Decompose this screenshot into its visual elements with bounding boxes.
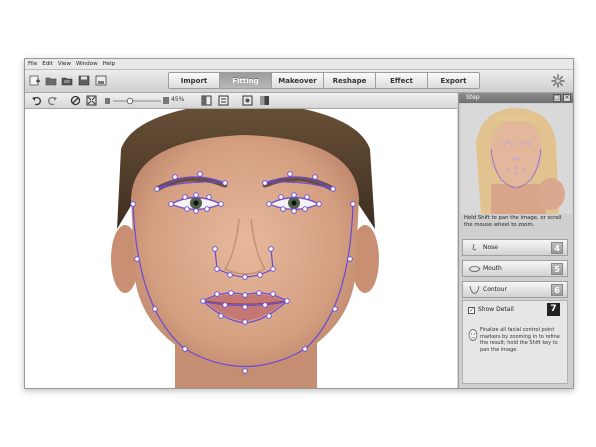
step-contour[interactable]: Contour 6 xyxy=(462,281,568,298)
step-label: Mouth xyxy=(483,265,502,272)
step-mouth[interactable]: Mouth 5 xyxy=(462,260,568,277)
zoom-slider[interactable] xyxy=(105,95,169,106)
menu-file[interactable]: File xyxy=(28,59,37,69)
open-folder-icon[interactable] xyxy=(45,75,57,86)
contour-icon xyxy=(469,286,480,294)
app-window: File Edit View Window Help Import Fittin… xyxy=(24,58,574,389)
panel-float-button[interactable]: □ xyxy=(553,94,561,102)
step-nose[interactable]: Nose 4 xyxy=(462,239,568,256)
current-step-badge: 7 xyxy=(547,303,560,316)
show-detail-checkbox[interactable]: ✓ xyxy=(468,307,475,314)
preview-thumbnail xyxy=(461,104,572,214)
tab-makeover[interactable]: Makeover xyxy=(272,72,324,89)
fit-screen-icon[interactable] xyxy=(86,95,97,106)
tab-import[interactable]: Import xyxy=(168,72,220,89)
step-number-badge: 6 xyxy=(551,284,563,296)
reset-icon[interactable] xyxy=(70,95,81,106)
step-number-badge: 5 xyxy=(551,263,563,275)
pan-zoom-hint: Hold Shift to pan the image, or scroll t… xyxy=(464,215,562,228)
step-label: Contour xyxy=(483,286,507,293)
menu-view[interactable]: View xyxy=(58,59,71,69)
redo-icon[interactable] xyxy=(47,95,58,106)
tab-fitting[interactable]: Fitting xyxy=(220,72,272,89)
face-image[interactable] xyxy=(25,109,457,388)
step-label: Nose xyxy=(483,244,498,251)
zoom-level: 45% xyxy=(171,96,185,103)
save-as-icon[interactable] xyxy=(95,75,107,86)
show-detail-label: Show Detail xyxy=(478,306,514,313)
menu-window[interactable]: Window xyxy=(76,59,98,69)
settings-gear-icon[interactable] xyxy=(551,74,565,88)
menu-help[interactable]: Help xyxy=(103,59,116,69)
tab-reshape[interactable]: Reshape xyxy=(324,72,376,89)
step-number-badge: 4 xyxy=(551,242,563,254)
detail-section: ✓ Show Detail 7 Finalize all facial cont… xyxy=(462,300,568,384)
panel-header: Step □ × xyxy=(459,93,573,103)
new-file-icon[interactable] xyxy=(29,75,41,86)
main-toolbar: Import Fitting Makeover Reshape Effect E… xyxy=(25,70,573,93)
preview-face-image xyxy=(461,104,572,214)
tab-export[interactable]: Export xyxy=(428,72,480,89)
mouth-icon xyxy=(469,266,480,272)
contrast-icon[interactable] xyxy=(259,95,270,106)
save-icon[interactable] xyxy=(78,75,90,86)
face-points-icon[interactable] xyxy=(242,95,253,106)
face-outline-icon xyxy=(468,329,478,341)
edit-toolbar: 45% xyxy=(25,93,457,109)
split-view-icon[interactable] xyxy=(201,95,212,106)
nose-icon xyxy=(472,244,477,251)
step-panel: Step □ × Hold Shift to pan the image, or… xyxy=(458,93,573,388)
detail-instructions: Finalize all facial control point marker… xyxy=(480,327,560,353)
workflow-tabs: Import Fitting Makeover Reshape Effect E… xyxy=(168,72,480,89)
panel-title: Step xyxy=(466,94,480,101)
panel-close-button[interactable]: × xyxy=(563,94,571,102)
photo-canvas[interactable] xyxy=(25,109,457,388)
tab-effect[interactable]: Effect xyxy=(376,72,428,89)
menu-edit[interactable]: Edit xyxy=(42,59,53,69)
undo-icon[interactable] xyxy=(31,95,42,106)
open-recent-icon[interactable] xyxy=(61,75,73,86)
menu-bar: File Edit View Window Help xyxy=(25,59,573,70)
compare-view-icon[interactable] xyxy=(218,95,229,106)
